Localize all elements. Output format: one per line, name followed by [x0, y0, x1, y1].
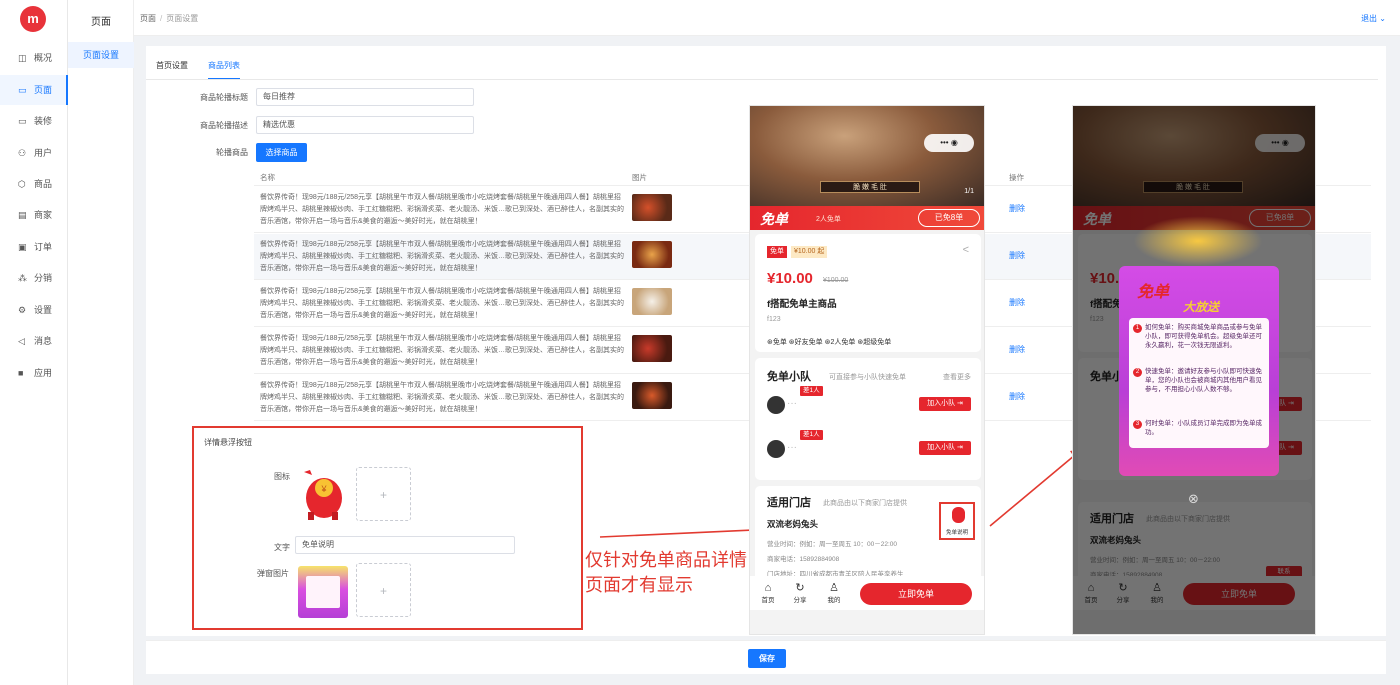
- person-icon: ♙: [829, 582, 839, 594]
- float-button-label: 免单说明: [945, 530, 968, 536]
- popup-rules: 1 如何免单：购买商城免单商品或参与免单小队，即可获得免单机会。超级免单还可永久…: [1129, 318, 1269, 448]
- mine-tab[interactable]: ♙ 我的: [824, 582, 844, 604]
- tag-free: 免单: [767, 246, 787, 258]
- free-types: ⊛免单 ⊛好友免单 ⊛2人免单 ⊛超级免单: [767, 339, 892, 346]
- avatar: [767, 396, 785, 414]
- banner-sub: 2人免单: [816, 216, 841, 223]
- annotation-note: 仅针对免单商品详情页面才有显示: [585, 550, 747, 595]
- avatar: [767, 440, 785, 458]
- share-icon: ↻: [795, 582, 805, 594]
- tag-from-price: ¥10.00 起: [791, 246, 828, 258]
- share-label: 分享: [793, 597, 807, 604]
- image-counter: 1/1: [964, 188, 974, 195]
- rule-number: 3: [1133, 420, 1142, 429]
- float-button-preview[interactable]: 免单说明: [939, 502, 975, 540]
- phone-preview-detail: ••• ◉ 脆 嫩 毛 肚 1/1 免单 2人免单 已免8单 免单 ¥10.00…: [749, 105, 985, 635]
- team-more-link[interactable]: 查看更多: [943, 372, 971, 382]
- price-original: ¥100.00: [823, 277, 849, 284]
- popup-subtitle: 大放送: [1183, 300, 1220, 314]
- close-icon[interactable]: ⊗: [1188, 491, 1199, 507]
- team-need-tag: 差1人: [800, 386, 823, 396]
- store-title: 适用门店: [767, 497, 811, 509]
- banner-count: 已免8单: [918, 209, 980, 227]
- buy-free-button[interactable]: 立即免单: [860, 583, 972, 605]
- team-subtitle: 可直接参与小队快速免单: [829, 374, 906, 381]
- rule-1: 如何免单：购买商城免单商品或参与免单小队，即可获得免单机会。超级免单还可永久赢利…: [1145, 324, 1262, 349]
- phone-preview-popup: ••• ◉ 脆 嫩 毛 肚 免单 已免8单 ¥10.00 f搭配免单主商品 f1…: [1072, 105, 1316, 635]
- join-team-button[interactable]: 加入小队 ⇥: [919, 397, 971, 411]
- free-order-banner: 免单 2人免单 已免8单: [750, 206, 984, 230]
- join-team-button[interactable]: 加入小队 ⇥: [919, 441, 971, 455]
- miniapp-capsule[interactable]: ••• ◉: [924, 134, 974, 152]
- home-tab[interactable]: ⌂ 首页: [758, 582, 778, 604]
- save-button[interactable]: 保存: [748, 649, 786, 668]
- popup-title: 免单: [1137, 284, 1170, 301]
- store-phone: 商家电话：15892884908: [767, 556, 840, 563]
- more-dots-icon: ···: [787, 442, 797, 453]
- rule-number: 1: [1133, 324, 1142, 333]
- team-card: 免单小队 可直接参与小队快速免单 查看更多 ··· 差1人 加入小队 ⇥ ···…: [755, 358, 981, 480]
- rule-3: 何时免单：小队成员订单完成即为免单成功。: [1145, 420, 1262, 436]
- share-icon[interactable]: <: [963, 244, 969, 256]
- product-card: 免单 ¥10.00 起 < ¥10.00 ¥100.00 f搭配免单主商品 f1…: [755, 234, 981, 352]
- red-envelope-icon: [952, 507, 965, 523]
- gift-burst-decoration: [1133, 216, 1263, 266]
- more-dots-icon: ···: [787, 398, 797, 409]
- store-name: 双流老妈兔头: [767, 519, 819, 529]
- share-tab[interactable]: ↻ 分享: [790, 582, 810, 604]
- hero-caption: 脆 嫩 毛 肚: [820, 181, 920, 193]
- store-hours: 营业时间：例如：周一至周五 10：00－22:00: [767, 541, 898, 548]
- team-need-tag: 差1人: [800, 430, 823, 440]
- mine-label: 我的: [827, 597, 841, 604]
- product-sku: f123: [767, 316, 781, 323]
- home-label: 首页: [761, 597, 775, 604]
- price: ¥10.00: [767, 270, 813, 287]
- banner-title: 免单: [760, 211, 788, 227]
- bottom-action-bar: ⌂ 首页 ↻ 分享 ♙ 我的 立即免单: [750, 576, 984, 610]
- rule-2: 快速免单：邀请好友参与小队即可快速免单，您的小队也会被商城内其他用户看见参与，不…: [1145, 368, 1262, 393]
- rule-number: 2: [1133, 368, 1142, 377]
- store-subtitle: 此商品由以下商家门店提供: [823, 500, 907, 507]
- free-order-popup: 免单 大放送 1 如何免单：购买商城免单商品或参与免单小队，即可获得免单机会。超…: [1119, 266, 1279, 476]
- home-icon: ⌂: [764, 582, 772, 594]
- save-bar: 保存: [146, 640, 1386, 674]
- team-title: 免单小队: [767, 371, 811, 383]
- product-title: f搭配免单主商品: [767, 299, 837, 310]
